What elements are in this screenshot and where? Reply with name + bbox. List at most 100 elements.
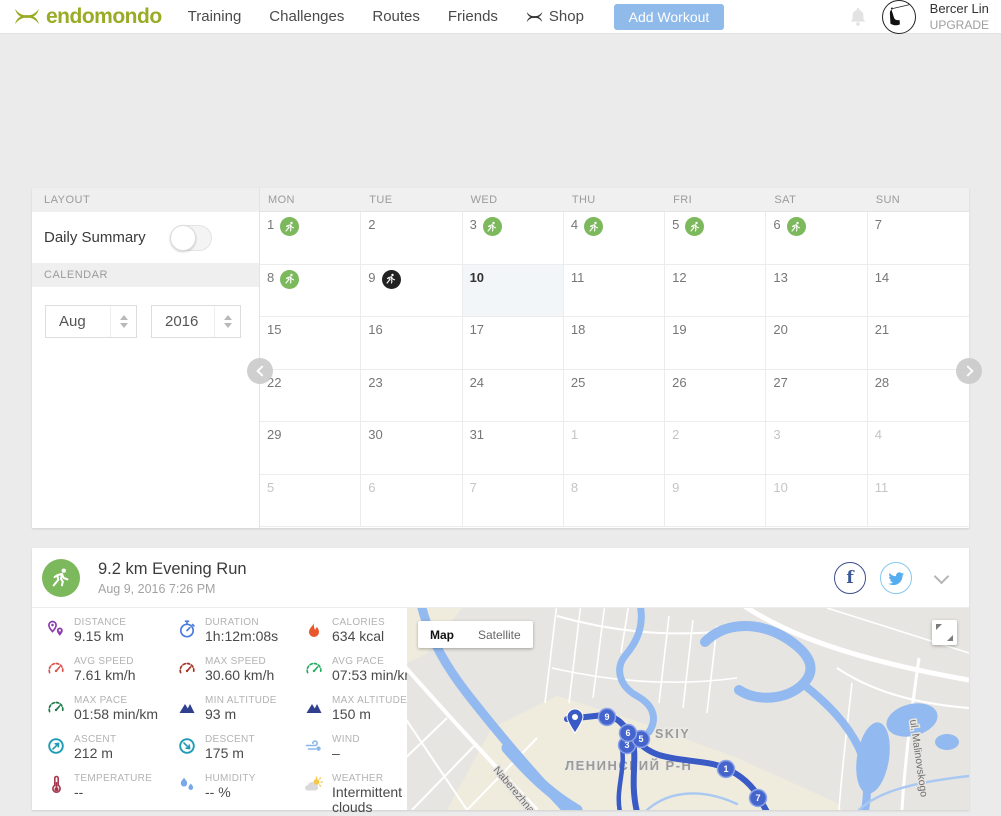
- add-workout-button[interactable]: Add Workout: [613, 3, 724, 30]
- stat-label: TEMPERATURE: [74, 773, 153, 784]
- calendar-day-cell[interactable]: 16: [361, 317, 463, 370]
- endomondo-logo[interactable]: endomondo: [14, 5, 162, 29]
- calendar-day-cell[interactable]: 6: [361, 474, 463, 527]
- calendar-day-cell[interactable]: 18: [563, 317, 666, 370]
- day-header: TUE: [369, 193, 393, 206]
- day-number: 1: [570, 427, 579, 442]
- year-select-value: 2016: [165, 313, 199, 330]
- stat-value: 7.61 km/h: [74, 667, 136, 683]
- running-workout-icon[interactable]: [280, 217, 300, 236]
- calendar-day-cell[interactable]: 23: [361, 369, 463, 422]
- route-marker-7[interactable]: 7: [748, 788, 768, 808]
- user-avatar[interactable]: [881, 0, 916, 34]
- calendar-day-cell[interactable]: 28: [867, 370, 969, 422]
- calendar-day-cell[interactable]: 2: [665, 422, 767, 475]
- calendar-day-cell[interactable]: 12: [665, 264, 767, 317]
- calendar-day-cell[interactable]: 1: [563, 422, 666, 475]
- max-pace-icon: [46, 697, 66, 717]
- calendar-day-cell[interactable]: 6: [766, 212, 868, 265]
- workout-title[interactable]: 9.2 km Evening Run: [98, 560, 247, 579]
- day-number: 4: [874, 427, 882, 442]
- calendar-day-cell[interactable]: 29: [260, 422, 362, 475]
- day-number: 11: [570, 269, 585, 285]
- calendar-day-cell[interactable]: 11: [867, 475, 969, 527]
- calendar-day-cell[interactable]: 30: [361, 422, 463, 475]
- calendar-day-cell[interactable]: 1: [260, 212, 362, 265]
- month-select-value: Aug: [59, 313, 86, 330]
- user-name[interactable]: Bercer Lin: [930, 1, 989, 17]
- calendar-day-cell[interactable]: 14: [867, 265, 969, 317]
- calendar-day-cell[interactable]: 7: [462, 474, 564, 527]
- nav-item-friends[interactable]: Friends: [448, 8, 498, 25]
- twitter-share-button[interactable]: [880, 562, 912, 594]
- running-workout-icon[interactable]: [685, 217, 705, 236]
- running-workout-icon[interactable]: [280, 269, 300, 289]
- next-month-arrow[interactable]: [956, 358, 982, 384]
- route-marker-1[interactable]: 1: [716, 759, 736, 779]
- fullscreen-map-icon[interactable]: [932, 620, 957, 645]
- calendar-day-cell[interactable]: 27: [766, 369, 868, 422]
- day-number: 3: [773, 427, 781, 442]
- day-number: 18: [570, 322, 586, 337]
- previous-month-arrow[interactable]: [247, 358, 273, 384]
- year-select-spinner[interactable]: [214, 306, 240, 337]
- calendar-day-cell[interactable]: 10: [766, 474, 868, 527]
- daily-summary-toggle[interactable]: [169, 224, 212, 251]
- calendar-day-cell[interactable]: 5: [260, 474, 362, 527]
- calendar-day-cell[interactable]: 21: [867, 317, 969, 370]
- calendar-day-cell[interactable]: 10: [462, 264, 564, 317]
- route-marker-6[interactable]: 6: [618, 723, 638, 743]
- calendar-day-cell[interactable]: 19: [665, 317, 767, 370]
- stat-label: MAX ALTITUDE: [332, 695, 408, 706]
- calendar-day-cell[interactable]: 24: [462, 369, 564, 422]
- calendar-day-cell[interactable]: 7: [867, 212, 969, 265]
- month-select[interactable]: Aug: [45, 305, 137, 338]
- calendar-day-cell[interactable]: 5: [665, 212, 767, 265]
- running-workout-icon[interactable]: [786, 217, 806, 236]
- notifications-bell-icon[interactable]: [848, 6, 868, 28]
- day-number: 20: [773, 322, 788, 337]
- day-header: WED: [470, 193, 498, 206]
- route-marker-9[interactable]: 9: [597, 707, 617, 727]
- calendar-day-cell[interactable]: 4: [867, 422, 969, 475]
- satellite-view-button[interactable]: Satellite: [466, 621, 533, 648]
- month-select-spinner[interactable]: [110, 306, 136, 337]
- stat-descent: DESCENT 175 m: [177, 734, 304, 773]
- calendar-day-cell[interactable]: 13: [766, 264, 868, 317]
- workout-map[interactable]: Naberezhnaya ul. ul. Malinovskogo SKIY Л…: [407, 608, 969, 810]
- running-workout-icon[interactable]: [584, 217, 604, 236]
- day-number: 3: [469, 217, 477, 232]
- running-workout-icon[interactable]: [381, 269, 401, 289]
- calendar-day-cell[interactable]: 9: [361, 264, 463, 317]
- workout-datetime: Aug 9, 2016 7:26 PM: [98, 581, 216, 596]
- stat-max-pace: MAX PACE 01:58 min/km: [46, 695, 177, 734]
- calendar-day-cell[interactable]: 26: [665, 369, 767, 422]
- year-select[interactable]: 2016: [151, 305, 241, 338]
- running-workout-icon[interactable]: [482, 217, 502, 236]
- calendar-day-cell[interactable]: 20: [766, 317, 868, 370]
- stat-value: 93 m: [205, 706, 237, 722]
- nav-item-training[interactable]: Training: [188, 8, 242, 25]
- calendar-day-cell[interactable]: 8: [260, 264, 362, 317]
- calendar-day-cell[interactable]: 3: [766, 422, 868, 475]
- collapse-chevron-down-icon[interactable]: [933, 568, 950, 584]
- avg-pace-icon: [304, 658, 324, 678]
- calendar-day-cell[interactable]: 4: [563, 212, 666, 265]
- calendar-day-cell[interactable]: 9: [665, 474, 767, 527]
- calendar-day-cell[interactable]: 22: [260, 369, 362, 422]
- map-view-button[interactable]: Map: [418, 621, 466, 648]
- facebook-share-button[interactable]: f: [834, 562, 866, 594]
- upgrade-link[interactable]: UPGRADE: [930, 18, 989, 33]
- calendar-day-cell[interactable]: 25: [563, 369, 666, 422]
- calendar-day-cell[interactable]: 17: [462, 317, 564, 370]
- nav-item-challenges[interactable]: Challenges: [269, 8, 344, 25]
- calendar-day-cell[interactable]: 2: [361, 212, 463, 265]
- nav-item-routes[interactable]: Routes: [372, 8, 420, 25]
- calendar-day-cell[interactable]: 15: [260, 317, 362, 370]
- calendar-day-cell[interactable]: 3: [462, 212, 564, 265]
- nav-item-shop[interactable]: Shop: [526, 8, 584, 25]
- calendar-day-cell[interactable]: 11: [563, 264, 666, 317]
- calendar-day-cell[interactable]: 8: [563, 474, 666, 527]
- day-number: 27: [773, 374, 788, 390]
- calendar-day-cell[interactable]: 31: [462, 422, 564, 475]
